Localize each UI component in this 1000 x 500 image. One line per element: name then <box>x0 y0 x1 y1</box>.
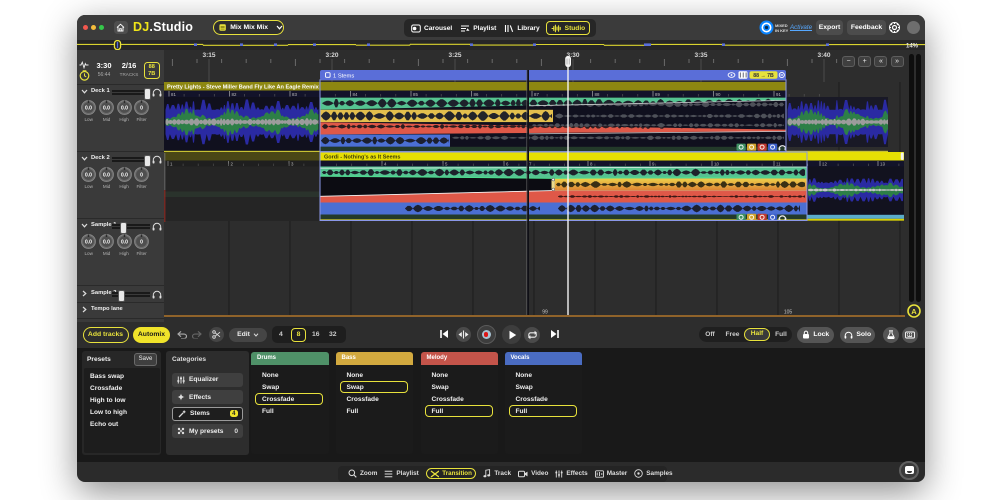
svg-text:3:40: 3:40 <box>817 52 830 59</box>
svg-text:0.0: 0.0 <box>103 239 110 245</box>
svg-text:0: 0 <box>140 172 143 178</box>
svg-text:3:35: 3:35 <box>694 52 707 59</box>
svg-text:88 → 7B: 88 → 7B <box>753 73 774 79</box>
svg-text:89: 89 <box>655 92 660 97</box>
svg-text:3:25: 3:25 <box>448 52 461 59</box>
svg-text:84: 84 <box>353 92 358 97</box>
svg-text:0.0: 0.0 <box>121 105 128 111</box>
svg-text:105: 105 <box>784 310 793 316</box>
svg-text:13: 13 <box>880 162 885 167</box>
svg-text:88: 88 <box>595 92 600 97</box>
svg-text:0.0: 0.0 <box>85 172 92 178</box>
svg-text:83: 83 <box>292 92 297 97</box>
svg-text:87: 87 <box>534 92 539 97</box>
svg-text:A: A <box>911 307 917 316</box>
svg-text:0.0: 0.0 <box>85 239 92 245</box>
svg-text:Pretty Lights - Steve Miller B: Pretty Lights - Steve Miller Band Fly Li… <box>167 84 320 90</box>
svg-text:0: 0 <box>140 239 143 245</box>
svg-text:3:20: 3:20 <box>325 52 338 59</box>
svg-text:0.0: 0.0 <box>103 172 110 178</box>
svg-text:0.0: 0.0 <box>85 105 92 111</box>
svg-text:0: 0 <box>140 105 143 111</box>
svg-text:Gordi - Nothing's as It Seems: Gordi - Nothing's as It Seems <box>324 155 401 161</box>
svg-text:0.0: 0.0 <box>121 172 128 178</box>
svg-text:91: 91 <box>776 92 781 97</box>
svg-text:90: 90 <box>716 92 721 97</box>
svg-text:82: 82 <box>232 92 237 97</box>
svg-text:14%: 14% <box>906 44 919 50</box>
svg-text:81: 81 <box>171 92 176 97</box>
svg-text:11: 11 <box>776 162 781 167</box>
svg-text:99: 99 <box>542 310 548 316</box>
svg-text:0.0: 0.0 <box>103 105 110 111</box>
svg-text:3:15: 3:15 <box>202 52 215 59</box>
svg-text:86: 86 <box>474 92 479 97</box>
svg-text:0.0: 0.0 <box>121 239 128 245</box>
svg-text:1 Stems: 1 Stems <box>333 74 354 80</box>
svg-text:85: 85 <box>413 92 418 97</box>
